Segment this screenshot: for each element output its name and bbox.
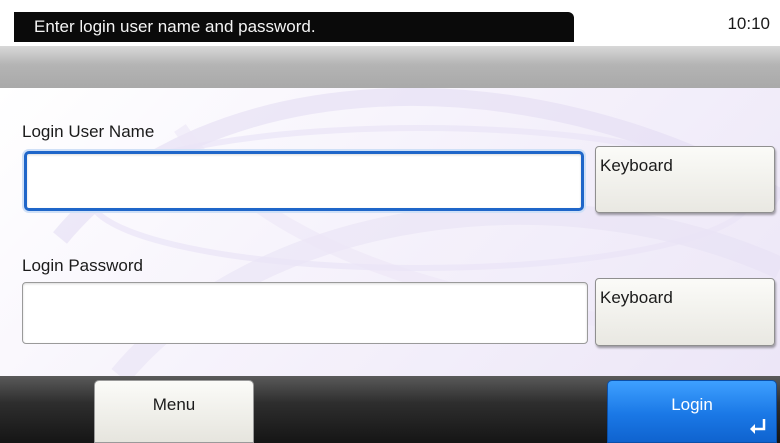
login-label: Login xyxy=(671,395,713,414)
username-label: Login User Name xyxy=(22,122,155,141)
keyboard-label: Keyboard xyxy=(600,156,673,175)
clock: 10:10 xyxy=(727,14,770,33)
username-input[interactable] xyxy=(24,151,584,211)
login-panel: Login User Name Keyboard Login Password … xyxy=(0,88,780,376)
password-label: Login Password xyxy=(22,256,143,275)
password-input[interactable] xyxy=(22,282,588,344)
password-keyboard-button[interactable]: Keyboard xyxy=(595,278,775,346)
menu-label: Menu xyxy=(152,395,196,414)
header-bar xyxy=(0,46,780,88)
enter-return-icon xyxy=(750,419,766,434)
keyboard-label: Keyboard xyxy=(600,288,673,307)
login-button[interactable]: Login xyxy=(607,380,777,443)
status-bar: Enter login user name and password. 10:1… xyxy=(0,0,780,46)
username-keyboard-button[interactable]: Keyboard xyxy=(595,146,775,213)
status-message: Enter login user name and password. xyxy=(14,12,574,42)
menu-button[interactable]: Menu xyxy=(94,380,254,443)
